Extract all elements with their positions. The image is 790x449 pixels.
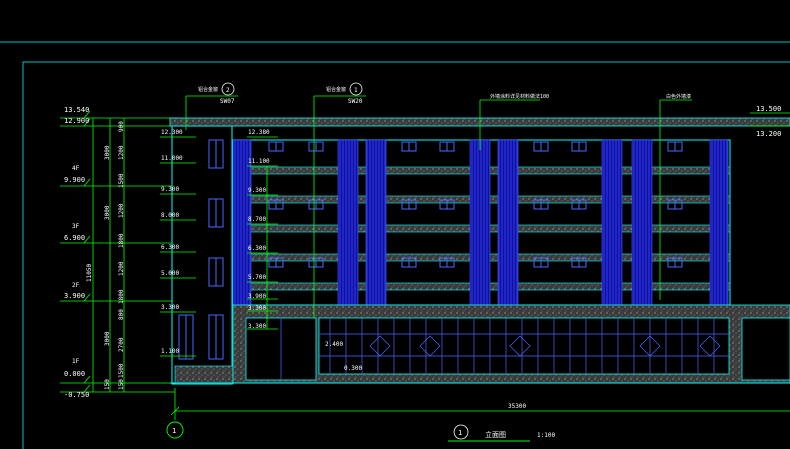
svg-text:3.900: 3.900: [248, 293, 266, 300]
svg-text:外墙涂料详见材料做法100: 外墙涂料详见材料做法100: [490, 93, 549, 100]
svg-text:9.300: 9.300: [161, 186, 179, 193]
elev-label: 13.540: [64, 106, 89, 114]
overall-dimension: 35300: [170, 388, 790, 420]
svg-text:5.700: 5.700: [248, 274, 266, 281]
drawing-title: 1 立面图 1:100: [448, 424, 555, 442]
svg-text:11050: 11050: [86, 264, 93, 282]
svg-text:1: 1: [354, 87, 358, 94]
svg-text:13.200: 13.200: [756, 130, 781, 138]
svg-text:8.000: 8.000: [161, 212, 179, 219]
svg-text:1200: 1200: [118, 145, 125, 160]
svg-text:铝合金窗: 铝合金窗: [326, 86, 346, 93]
vertical-dimensions: 3000 3000 11050 3000 150 150 900 1200 15…: [86, 121, 125, 390]
svg-text:1:100: 1:100: [537, 432, 555, 439]
svg-text:2: 2: [226, 87, 230, 94]
svg-text:150: 150: [118, 379, 125, 390]
axis-bubble: 1: [166, 421, 184, 439]
svg-text:1500: 1500: [118, 173, 125, 188]
svg-text:9.300: 9.300: [248, 187, 266, 194]
svg-text:2700: 2700: [118, 337, 125, 352]
svg-text:1.100: 1.100: [161, 348, 179, 355]
svg-text:5.000: 5.000: [161, 270, 179, 277]
svg-text:1200: 1200: [118, 203, 125, 218]
svg-text:13.500: 13.500: [756, 105, 781, 113]
floor-tag: 2F: [72, 282, 80, 289]
svg-text:3.300: 3.300: [161, 304, 179, 311]
svg-text:铝合金窗: 铝合金窗: [198, 86, 218, 93]
svg-text:6.300: 6.300: [248, 245, 266, 252]
svg-text:立面图: 立面图: [485, 430, 506, 439]
svg-text:3.300: 3.300: [248, 323, 266, 330]
svg-text:8.700: 8.700: [248, 216, 266, 223]
svg-text:150: 150: [104, 379, 111, 390]
svg-text:2.400: 2.400: [325, 341, 343, 348]
elev-label: -0.750: [64, 391, 89, 399]
svg-text:1: 1: [458, 429, 462, 437]
floor-tag: 4F: [72, 165, 80, 172]
svg-text:1200: 1200: [118, 261, 125, 276]
floor-tag: 3F: [72, 223, 80, 230]
svg-text:1800: 1800: [118, 289, 125, 304]
elev-label: 12.900: [64, 117, 89, 125]
svg-text:800: 800: [118, 309, 125, 320]
svg-text:11.000: 11.000: [161, 155, 183, 162]
floor-tag: 1F: [72, 358, 80, 365]
svg-text:0.300: 0.300: [344, 365, 362, 372]
svg-text:35300: 35300: [508, 403, 526, 410]
left-elevation-labels: 13.540 12.900 9.900 6.900 3.900 0.000 -0…: [64, 106, 89, 399]
svg-text:6.300: 6.300: [161, 244, 179, 251]
elev-label: 9.900: [64, 176, 85, 184]
stair-tower: 12.300 11.000 9.300 8.000 6.300 5.000 3.…: [160, 125, 234, 385]
elevation-drawing: 13.540 12.900 9.900 6.900 3.900 0.000 -0…: [0, 41, 790, 449]
svg-text:SW20: SW20: [348, 98, 363, 105]
svg-text:900: 900: [118, 121, 125, 132]
svg-text:3.300: 3.300: [248, 305, 266, 312]
svg-text:12.380: 12.380: [248, 129, 270, 136]
svg-text:11.100: 11.100: [248, 158, 270, 165]
svg-text:1500: 1500: [118, 363, 125, 378]
svg-text:SW07: SW07: [220, 98, 235, 105]
main-block: [232, 139, 731, 306]
svg-text:1: 1: [172, 427, 176, 435]
elev-label: 6.900: [64, 234, 85, 242]
svg-text:白色外墙漆: 白色外墙漆: [666, 93, 691, 100]
elev-label: 3.900: [64, 292, 85, 300]
svg-text:3000: 3000: [104, 145, 111, 160]
svg-text:1800: 1800: [118, 233, 125, 248]
svg-text:3000: 3000: [104, 331, 111, 346]
svg-text:3000: 3000: [104, 205, 111, 220]
elev-label: 0.000: [64, 370, 85, 378]
svg-text:12.300: 12.300: [161, 129, 183, 136]
podium: 2.400 0.300: [170, 304, 790, 384]
